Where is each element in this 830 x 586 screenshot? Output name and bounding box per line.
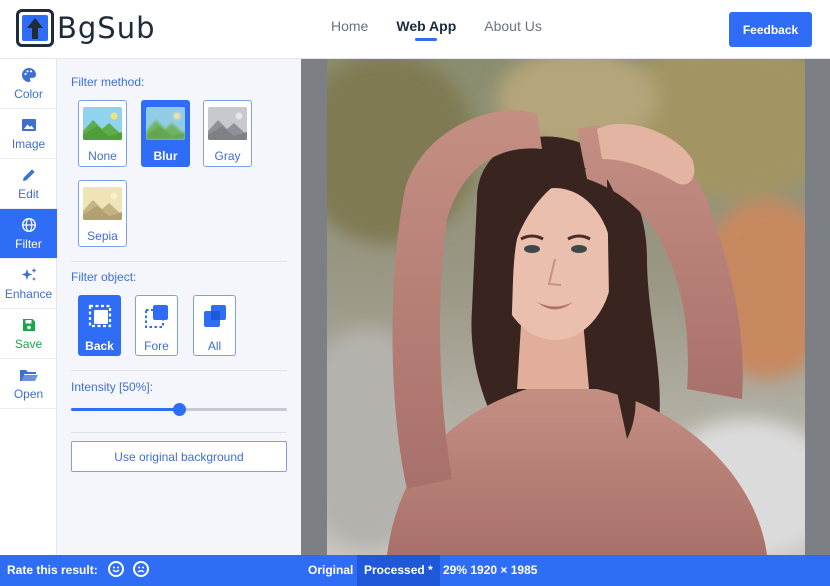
gray-landscape-thumbnail-icon bbox=[208, 107, 247, 140]
filter-method-sepia-label: Sepia bbox=[87, 229, 118, 243]
filter-method-blur[interactable]: Blur bbox=[141, 100, 190, 167]
tool-color-label: Color bbox=[14, 86, 43, 101]
background-select-icon bbox=[86, 302, 114, 330]
landscape-thumbnail-icon bbox=[83, 107, 122, 140]
image-icon bbox=[21, 117, 37, 137]
brand-name: BgSub bbox=[57, 11, 156, 45]
tool-enhance-label: Enhance bbox=[4, 286, 53, 301]
feedback-button[interactable]: Feedback bbox=[729, 12, 812, 47]
tool-image-label: Image bbox=[11, 136, 46, 151]
pencil-icon bbox=[21, 167, 37, 187]
filter-object-fore[interactable]: Fore bbox=[135, 295, 178, 356]
status-bar: Rate this result: Original Processed * 2… bbox=[0, 555, 830, 586]
filter-object-all-label: All bbox=[207, 339, 222, 353]
use-original-background-button[interactable]: Use original background bbox=[71, 441, 287, 472]
filter-method-gray-label: Gray bbox=[214, 149, 241, 163]
sepia-landscape-thumbnail-icon bbox=[83, 187, 122, 220]
globe-icon bbox=[21, 217, 37, 237]
filter-object-back[interactable]: Back bbox=[78, 295, 121, 356]
filter-object-fore-label: Fore bbox=[144, 339, 169, 353]
slider-fill bbox=[71, 408, 179, 411]
view-original-tab[interactable]: Original bbox=[301, 555, 360, 586]
blurred-landscape-thumbnail-icon bbox=[146, 107, 185, 140]
filter-panel: Filter method: None Blur Gray Sepia Filt… bbox=[57, 59, 301, 555]
tool-filter-label: Filter bbox=[15, 236, 42, 251]
filter-object-all[interactable]: All bbox=[193, 295, 236, 356]
filter-method-gray[interactable]: Gray bbox=[203, 100, 252, 167]
filter-method-none-label: None bbox=[88, 149, 117, 163]
palette-icon bbox=[21, 67, 37, 87]
divider bbox=[71, 261, 287, 262]
filter-object-title: Filter object: bbox=[71, 270, 137, 284]
logo[interactable]: BgSub bbox=[16, 9, 156, 47]
view-processed-tab[interactable]: Processed * bbox=[357, 555, 440, 586]
filter-method-blur-label: Blur bbox=[153, 149, 178, 163]
filter-method-title: Filter method: bbox=[71, 75, 145, 89]
header: BgSub Home Web App About Us Feedback bbox=[0, 0, 830, 59]
intensity-label: Intensity [50%]: bbox=[71, 380, 154, 394]
floppy-disk-icon bbox=[21, 317, 37, 337]
filter-object-back-label: Back bbox=[85, 339, 114, 353]
foreground-select-icon bbox=[143, 302, 171, 330]
nav-home[interactable]: Home bbox=[331, 18, 368, 34]
zoom-dimensions-info: 29% 1920 × 1985 bbox=[443, 563, 538, 577]
smile-face-icon[interactable] bbox=[108, 561, 124, 577]
tool-edit[interactable]: Edit bbox=[0, 159, 57, 209]
processed-photo bbox=[327, 59, 805, 555]
all-layers-icon bbox=[201, 302, 229, 330]
tool-save-label: Save bbox=[14, 336, 43, 351]
rate-result-label: Rate this result: bbox=[7, 563, 98, 577]
tool-open-label: Open bbox=[13, 386, 44, 401]
intensity-slider[interactable] bbox=[71, 403, 287, 416]
tool-enhance[interactable]: Enhance bbox=[0, 259, 57, 309]
folder-open-icon bbox=[19, 367, 39, 387]
divider bbox=[71, 370, 287, 371]
nav-about-us[interactable]: About Us bbox=[484, 18, 542, 34]
logo-upload-icon bbox=[16, 9, 54, 47]
filter-method-sepia[interactable]: Sepia bbox=[78, 180, 127, 247]
bgsub-app: BgSub Home Web App About Us Feedback Col… bbox=[0, 0, 830, 586]
frown-face-icon[interactable] bbox=[133, 561, 149, 577]
tool-save[interactable]: Save bbox=[0, 309, 57, 359]
main-nav: Home Web App About Us bbox=[331, 18, 570, 41]
tool-open[interactable]: Open bbox=[0, 359, 57, 409]
image-canvas[interactable] bbox=[301, 59, 830, 555]
tool-sidebar: Color Image Edit Filter Enhance Save Ope… bbox=[0, 59, 57, 555]
tool-color[interactable]: Color bbox=[0, 59, 57, 109]
tool-edit-label: Edit bbox=[18, 186, 39, 201]
sparkles-icon bbox=[20, 267, 38, 287]
divider bbox=[71, 432, 287, 433]
tool-image[interactable]: Image bbox=[0, 109, 57, 159]
slider-handle[interactable] bbox=[173, 403, 186, 416]
filter-method-none[interactable]: None bbox=[78, 100, 127, 167]
nav-web-app[interactable]: Web App bbox=[396, 18, 456, 41]
tool-filter[interactable]: Filter bbox=[0, 209, 57, 259]
